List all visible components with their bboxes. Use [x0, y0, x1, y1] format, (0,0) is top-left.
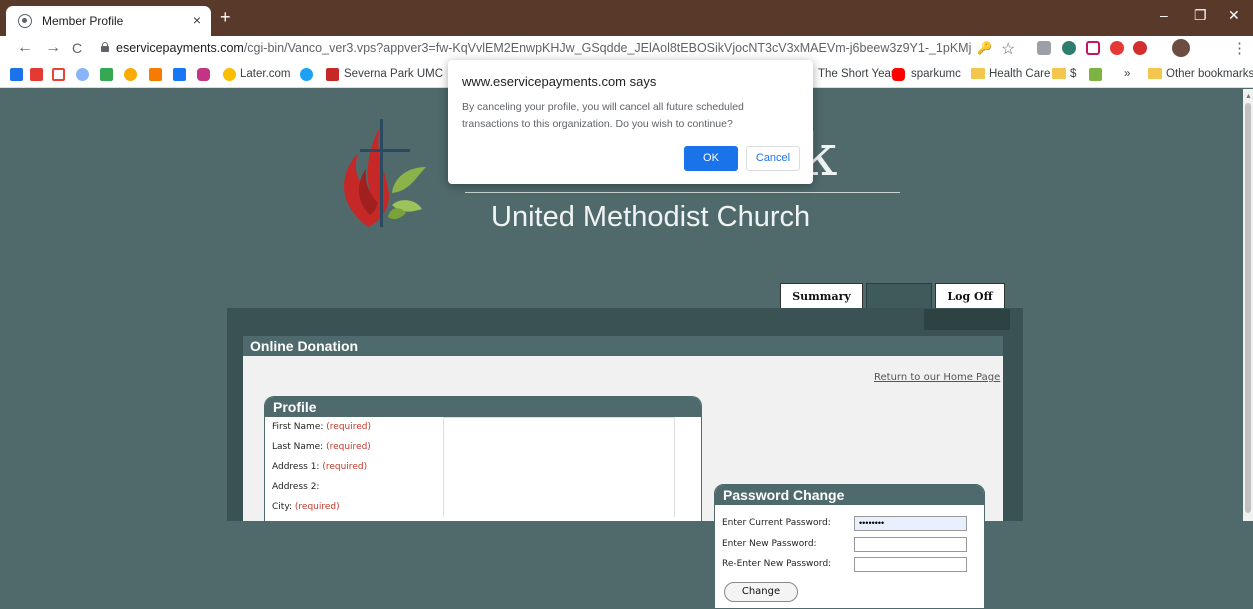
globe-icon [18, 14, 32, 28]
change-password-button[interactable]: Change [724, 582, 798, 602]
city-label: City: (required) [272, 502, 340, 512]
restore-icon[interactable]: ❐ [1194, 7, 1207, 24]
required-tag: (required) [326, 422, 371, 432]
tab-summary[interactable]: Summary [780, 283, 863, 311]
scroll-thumb[interactable] [1245, 103, 1251, 513]
profile-avatar[interactable] [1172, 39, 1190, 57]
tab-close-icon[interactable]: × [193, 12, 201, 28]
profile-inputs-area[interactable] [443, 417, 675, 517]
lock-icon[interactable] [101, 42, 109, 52]
minimize-icon[interactable]: – [1160, 7, 1168, 23]
folder-icon [971, 68, 985, 79]
window-close-icon[interactable]: ✕ [1228, 7, 1240, 24]
extension-icon[interactable] [1062, 41, 1076, 55]
address1-label: Address 1: (required) [272, 462, 368, 472]
drive-icon[interactable] [100, 68, 113, 81]
instagram-icon[interactable] [197, 68, 210, 81]
url-path: /cgi-bin/Vanco_ver3.vps?appver3=fw-KqVvl… [243, 41, 971, 55]
bookmark-severna[interactable]: Severna Park UMC [344, 68, 444, 80]
bookmark-sparkumc[interactable]: sparkumc [911, 68, 961, 80]
twitter-icon[interactable] [300, 68, 313, 81]
confirm-dialog: www.eservicepayments.com says By canceli… [448, 60, 813, 184]
scroll-up-icon[interactable]: ▲ [1245, 93, 1252, 100]
blogger-icon[interactable] [149, 68, 162, 81]
first-name-label: First Name: (required) [272, 422, 371, 432]
required-tag: (required) [294, 502, 340, 512]
url-field[interactable]: eservicepayments.com/cgi-bin/Vanco_ver3.… [116, 41, 971, 55]
church-subtitle: United Methodist Church [491, 201, 811, 233]
reload-icon[interactable]: C [72, 40, 82, 56]
home-page-link[interactable]: Return to our Home Page [874, 372, 1000, 383]
ok-button[interactable]: OK [684, 146, 738, 171]
current-password-label: Enter Current Password: [722, 518, 831, 528]
password-change-section: Password Change Enter Current Password: … [714, 484, 985, 609]
pinterest-icon[interactable] [1133, 41, 1147, 55]
new-password-label: Enter New Password: [722, 539, 817, 549]
bookmark-icon[interactable] [124, 68, 137, 81]
profile-title: Profile [265, 397, 701, 417]
more-bookmarks-icon[interactable]: » [1124, 68, 1130, 80]
bookmark-icon[interactable] [76, 68, 89, 81]
back-icon[interactable]: ← [17, 39, 33, 57]
tab-logoff[interactable]: Log Off [935, 283, 1005, 311]
online-donation-panel: Online Donation Return to our Home Page … [243, 336, 1003, 609]
tab-active[interactable] [866, 283, 932, 311]
star-icon[interactable]: ☆ [1001, 39, 1015, 59]
key-icon[interactable]: 🔑 [977, 41, 992, 55]
reenter-password-input[interactable] [854, 557, 967, 572]
last-name-label: Last Name: (required) [272, 442, 371, 452]
bookmark-health[interactable]: Health Care [989, 68, 1050, 80]
youtube-icon[interactable] [892, 68, 905, 81]
opera-icon[interactable] [1110, 41, 1124, 55]
reenter-password-label: Re-Enter New Password: [722, 559, 832, 569]
folder-icon [1148, 68, 1162, 79]
address-bar: ← → C eservicepayments.com/cgi-bin/Vanco… [0, 36, 1253, 62]
profile-section: Profile First Name: (required) Last Name… [264, 396, 702, 521]
folder-icon [1052, 68, 1066, 79]
bookmark-icon[interactable] [1089, 68, 1102, 81]
cancel-button[interactable]: Cancel [746, 146, 800, 171]
later-icon[interactable] [223, 68, 236, 81]
church-flame-icon[interactable] [326, 68, 339, 81]
church-logo-icon [344, 119, 426, 227]
extension-icon[interactable] [1037, 41, 1051, 55]
new-tab-button[interactable]: + [220, 7, 231, 28]
bookmark-icon[interactable] [30, 68, 43, 81]
gmail-icon[interactable] [52, 68, 65, 81]
vertical-scrollbar[interactable]: ▲ [1243, 89, 1253, 521]
password-title: Password Change [715, 485, 984, 505]
browser-tab[interactable]: Member Profile × [6, 6, 211, 36]
address2-label: Address 2: [272, 482, 320, 492]
facebook-icon[interactable] [173, 68, 186, 81]
bookmark-later[interactable]: Later.com [240, 68, 291, 80]
panel-title: Online Donation [243, 336, 1003, 356]
dialog-message: By canceling your profile, you will canc… [462, 101, 744, 130]
divider [465, 192, 900, 193]
calendar-icon[interactable] [10, 68, 23, 81]
required-tag: (required) [326, 442, 371, 452]
browser-tab-bar: Member Profile × + – ❐ ✕ [0, 0, 1253, 36]
dialog-title: www.eservicepayments.com says [462, 74, 657, 89]
bookmark-other[interactable]: Other bookmarks [1166, 68, 1253, 80]
menu-icon[interactable]: ⋮ [1232, 39, 1247, 57]
pocket-icon[interactable] [1086, 41, 1100, 55]
frame-strip [924, 309, 1010, 330]
bookmark-short-years[interactable]: The Short Years [818, 68, 900, 80]
url-host: eservicepayments.com [116, 41, 244, 55]
current-password-input[interactable]: •••••••• [854, 516, 967, 531]
tab-title: Member Profile [42, 14, 124, 28]
forward-icon[interactable]: → [45, 39, 61, 57]
new-password-input[interactable] [854, 537, 967, 552]
required-tag: (required) [322, 462, 368, 472]
bookmark-dollar[interactable]: $ [1070, 68, 1076, 80]
